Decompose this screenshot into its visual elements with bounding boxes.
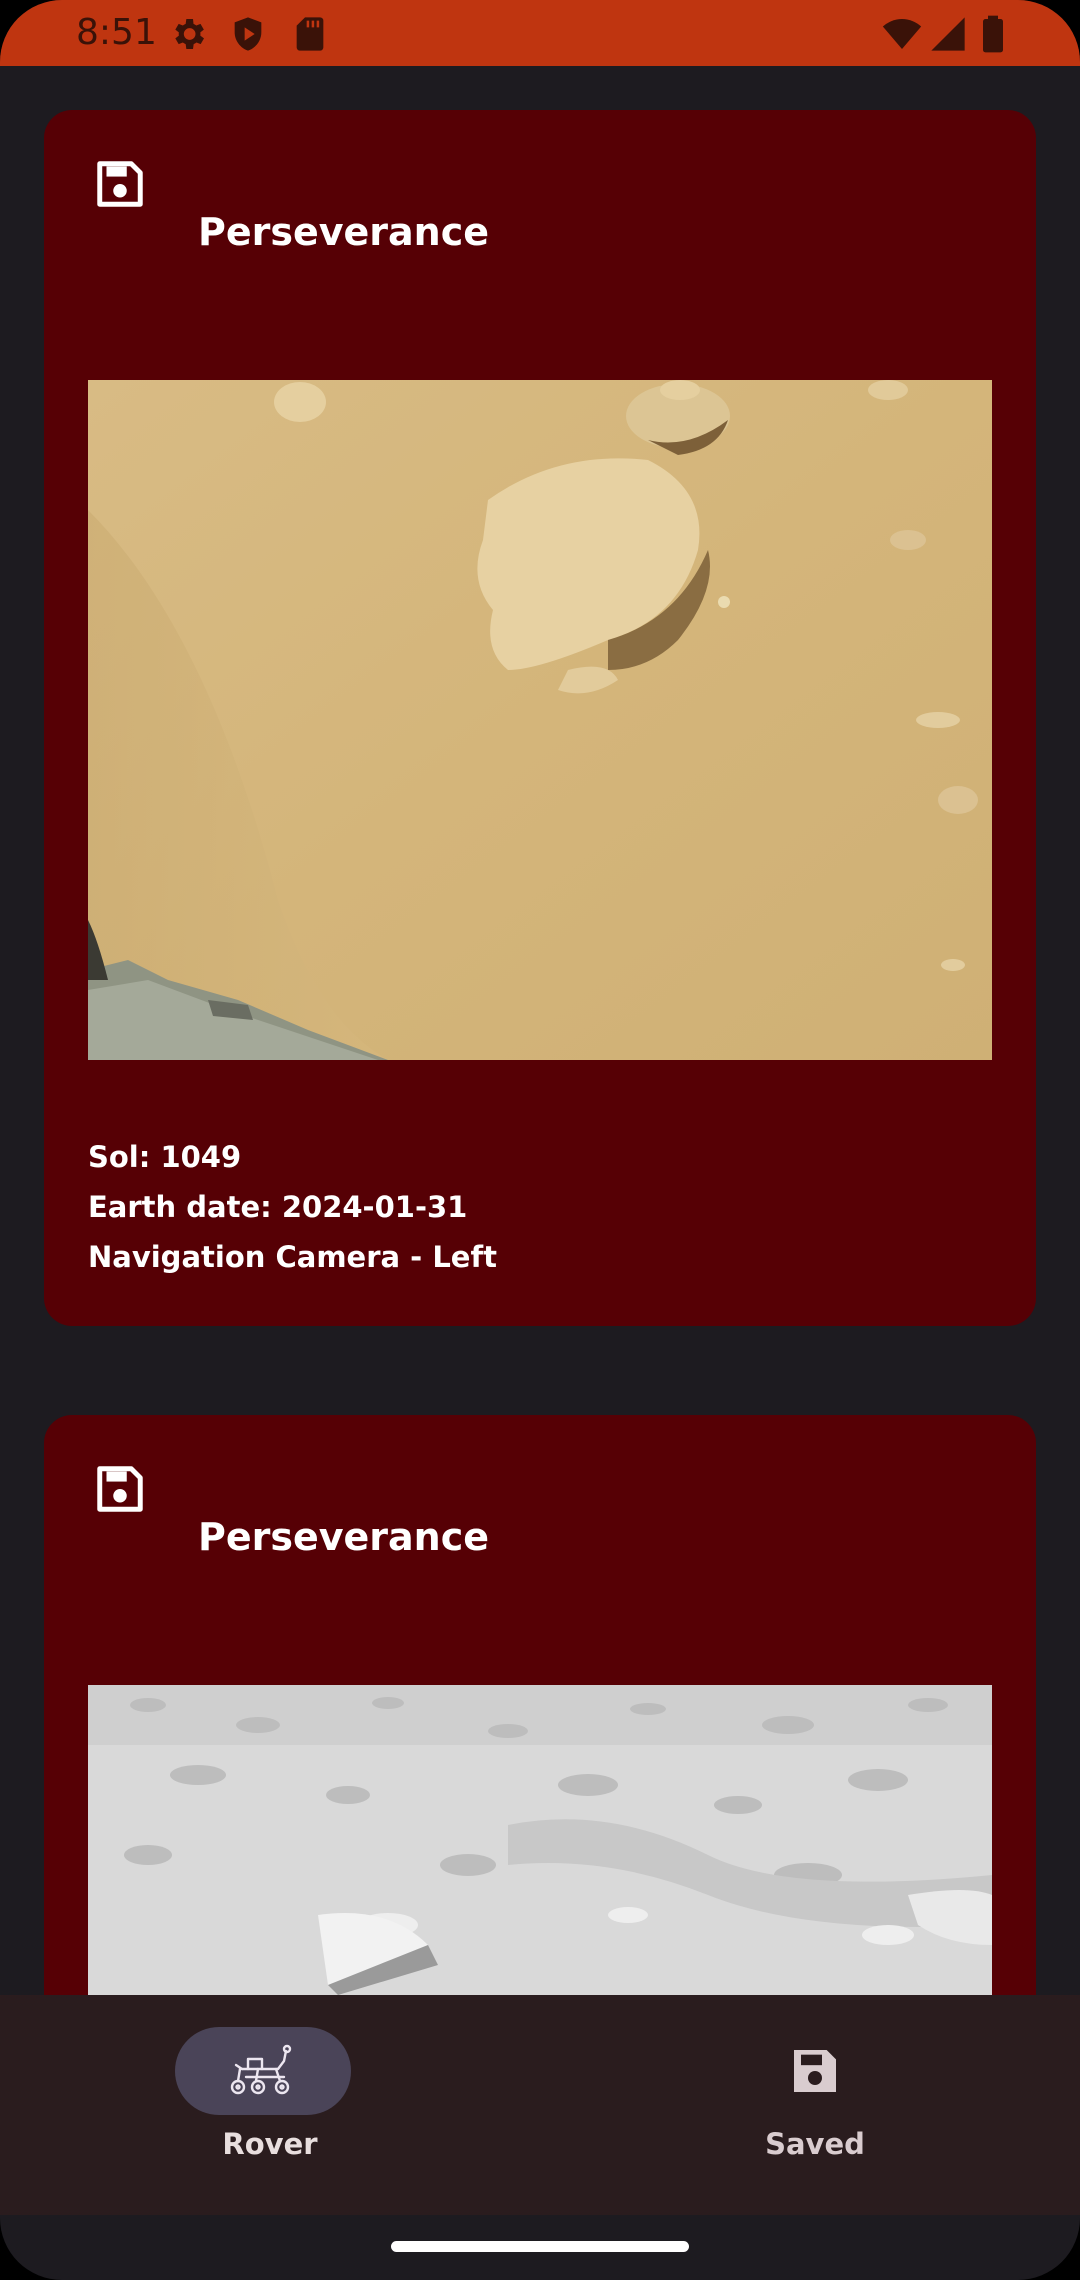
- app-screen: 8:51 Perseverance Sol: 1049 Earth date: …: [0, 0, 1080, 2280]
- signal-icon: [928, 14, 968, 54]
- sol-label: Sol: 1049: [88, 1140, 242, 1174]
- save-photo-button[interactable]: [90, 156, 150, 216]
- earth-date-label: Earth date: 2024-01-31: [88, 1190, 468, 1224]
- status-time: 8:51: [76, 12, 157, 53]
- mars-photo[interactable]: [88, 380, 992, 1060]
- rover-photo-card[interactable]: Perseverance: [44, 1415, 1036, 1995]
- rover-icon: [215, 2039, 311, 2103]
- rover-name: Perseverance: [198, 1515, 490, 1559]
- mars-photo[interactable]: [88, 1685, 992, 1995]
- sd-card-icon: [290, 14, 330, 54]
- rover-photo-list[interactable]: Perseverance Sol: 1049 Earth date: 2024-…: [0, 66, 1080, 1995]
- floppy-disk-icon: [93, 157, 147, 215]
- shield-play-icon: [228, 14, 268, 54]
- camera-label: Navigation Camera - Left: [88, 1240, 497, 1274]
- nav-item-rover[interactable]: Rover: [0, 1995, 540, 2215]
- nav-item-saved[interactable]: Saved: [540, 1995, 1080, 2215]
- floppy-disk-icon: [767, 2039, 863, 2103]
- rover-photo-card[interactable]: Perseverance: [44, 110, 1036, 1326]
- home-indicator[interactable]: [391, 2241, 689, 2252]
- nav-label-rover: Rover: [222, 2127, 318, 2161]
- wifi-icon: [880, 14, 924, 54]
- rover-name: Perseverance: [198, 210, 490, 254]
- floppy-disk-icon: [93, 1462, 147, 1520]
- gear-icon: [168, 14, 208, 54]
- status-bar: 8:51: [0, 0, 1080, 66]
- battery-icon: [976, 14, 1010, 54]
- nav-label-saved: Saved: [765, 2127, 865, 2161]
- bottom-navigation: Rover Saved: [0, 1995, 1080, 2215]
- save-photo-button[interactable]: [90, 1461, 150, 1521]
